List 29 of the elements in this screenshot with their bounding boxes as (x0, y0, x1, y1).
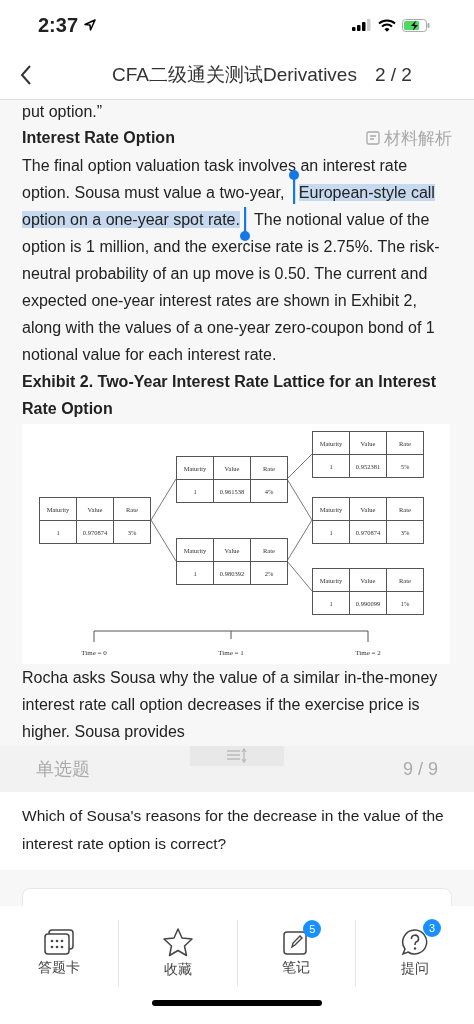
drag-handle-icon[interactable] (190, 746, 284, 766)
section-title: Interest Rate Option (22, 129, 175, 147)
question-text: Which of Sousa's reasons for the decrease in the value of the interest rate option is correct? (0, 792, 474, 870)
page-title: CFA二级通关测试Derivatives (112, 62, 357, 87)
question-type: 单选题 (36, 758, 90, 781)
edit-icon (283, 929, 310, 955)
star-icon (161, 927, 194, 957)
tab-item[interactable]: 收藏 (117, 920, 237, 986)
location-arrow-icon (84, 19, 97, 31)
passage-text: put option.” (22, 102, 104, 122)
tab-item[interactable]: 答题卡 (0, 920, 118, 986)
question-counter: 9 / 9 (402, 758, 438, 780)
back-icon[interactable] (20, 63, 32, 86)
page-counter: 2 / 2 (374, 63, 412, 86)
signal-icon (352, 19, 372, 31)
tab-item[interactable]: 5 笔记 (236, 920, 356, 986)
selection-end-handle[interactable] (239, 207, 250, 241)
question-bubble-icon (401, 928, 430, 956)
status-time: 2:37 (38, 13, 79, 37)
count-badge: 3 (423, 919, 442, 937)
passage-text: Rocha asks Sousa why the value of a similar in-the-money interest rate call option decreases if the exercise price is higher. Sousa provides (22, 668, 439, 742)
battery-icon (402, 18, 430, 32)
exhibit-title: Exhibit 2. Two-Year Interest Rate Lattice for an Interest Rate Option (22, 372, 438, 419)
count-badge: 5 (303, 920, 322, 938)
tab-item[interactable]: 3 提问 (355, 920, 474, 986)
passage-paragraph: The final option valuation task involves an interest rate option. Sousa must value a two-year, European-style call option on a one-year spot rate. The notional value of the option is 1 million, and the exercise rate is 2.75%. The risk-neutral probability of an up move is 0.50. The current and expected one-year interest rates are shown in Exhibit 2, along with the values of a one-year zero-coupon bond of 1 notional value for each interest rate. (22, 156, 441, 365)
wifi-icon (378, 18, 396, 32)
grid-card-icon (43, 929, 74, 955)
selection-start-handle[interactable] (288, 170, 299, 204)
